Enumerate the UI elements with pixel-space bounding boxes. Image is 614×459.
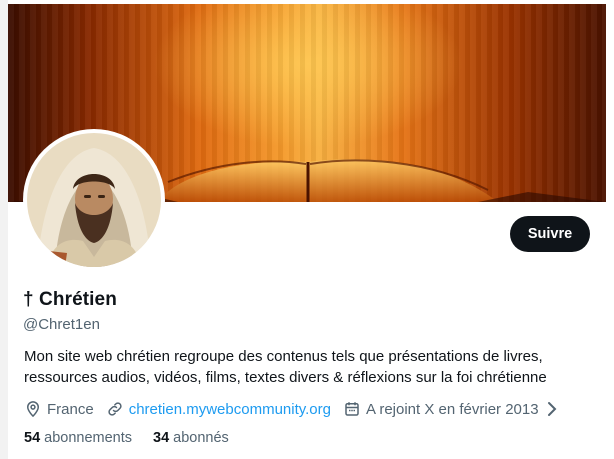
calendar-icon	[345, 402, 359, 416]
followers-count: 34	[153, 430, 170, 446]
location-text: France	[47, 400, 94, 418]
joined-text: A rejoint X en février 2013	[365, 400, 539, 418]
profile-handle: @Chret1en	[23, 316, 100, 333]
following-label: abonnements	[44, 430, 133, 446]
profile-page: Suivre † Chrétien @Chret1en Mon site web…	[0, 0, 614, 459]
profile-stats: 54 abonnements 34 abonnés	[24, 430, 250, 446]
bio-line: Mon site web chrétien regroupe des conte…	[24, 348, 543, 365]
profile-name: † Chrétien	[23, 289, 117, 310]
joined-item[interactable]: A rejoint X en février 2013	[343, 400, 560, 418]
profile-bio: Mon site web chrétien regroupe des conte…	[24, 346, 604, 388]
location-pin-icon	[26, 401, 40, 418]
chevron-right-icon[interactable]	[544, 400, 560, 418]
followers-label: abonnés	[173, 430, 229, 446]
website-link[interactable]: chretien.mywebcommunity.org	[129, 401, 331, 418]
bio-line: ressources audios, vidéos, films, textes…	[24, 369, 547, 386]
link-icon	[108, 402, 122, 416]
avatar[interactable]	[23, 129, 165, 271]
following-link[interactable]: 54 abonnements	[24, 430, 132, 446]
website-item[interactable]: chretien.mywebcommunity.org	[106, 400, 331, 418]
profile-meta: France chretien.mywebcommunity.org A rej…	[24, 398, 572, 420]
followers-link[interactable]: 34 abonnés	[153, 430, 229, 446]
following-count: 54	[24, 430, 41, 446]
avatar-portrait-image	[27, 133, 161, 267]
follow-button[interactable]: Suivre	[510, 216, 590, 252]
location-item: France	[24, 400, 94, 418]
